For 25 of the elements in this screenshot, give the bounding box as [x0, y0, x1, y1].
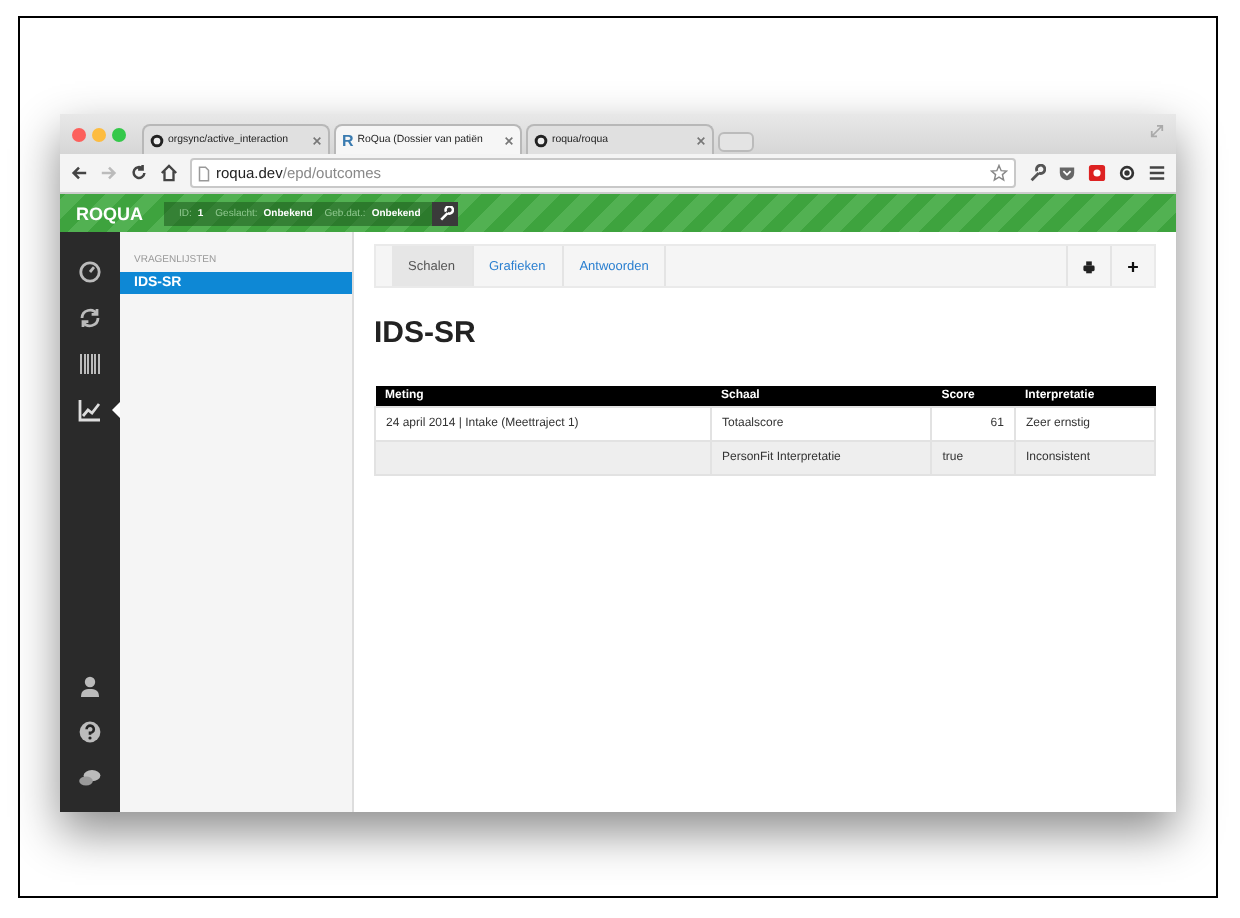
line-chart-icon	[78, 397, 102, 421]
user-icon	[78, 673, 102, 697]
reload-icon[interactable]	[130, 164, 148, 182]
home-icon[interactable]	[160, 164, 178, 182]
close-icon[interactable]	[312, 135, 322, 145]
extension-icon[interactable]	[1118, 164, 1136, 182]
back-icon[interactable]	[70, 164, 88, 182]
close-icon[interactable]	[696, 135, 706, 145]
wrench-icon	[437, 205, 454, 221]
page-icon	[198, 165, 210, 181]
star-icon[interactable]	[990, 164, 1008, 182]
page-title: IDS-SR	[374, 316, 478, 350]
edit-button[interactable]	[432, 201, 459, 225]
close-icon[interactable]	[504, 135, 514, 145]
help-icon	[78, 719, 102, 743]
wrench-icon[interactable]	[1028, 164, 1046, 182]
gauge-icon	[78, 259, 102, 283]
barcode-icon	[78, 351, 102, 375]
favicon-text: R	[342, 131, 354, 149]
pocket-icon[interactable]	[1058, 164, 1076, 182]
menu-icon[interactable]	[1148, 164, 1166, 182]
plus-icon	[1126, 259, 1140, 273]
chat-icon	[78, 765, 102, 789]
printer-icon	[1082, 259, 1096, 273]
refresh-icon	[78, 305, 102, 329]
